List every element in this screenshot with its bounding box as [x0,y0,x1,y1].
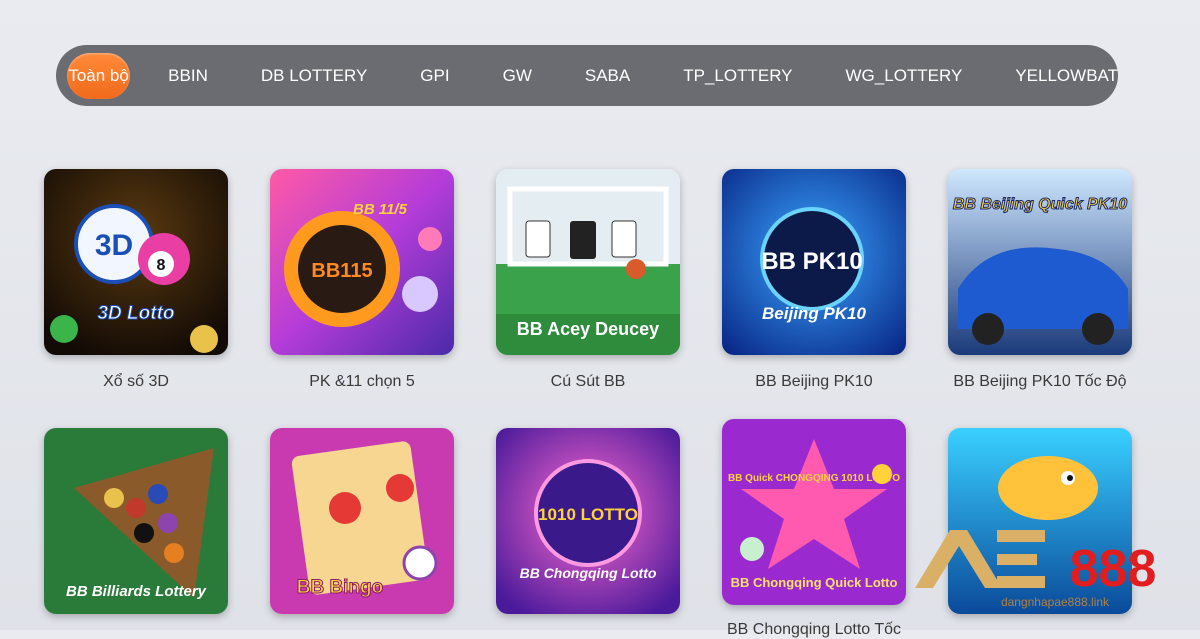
badge-text: BB Quick CHONGQING 1010 LOTTO [728,473,900,484]
art-title: 3D Lotto [97,303,174,324]
art-title: BB Bingo [297,577,384,598]
game-title: BB Beijing PK10 [755,373,873,390]
badge-text: BB115 [311,260,372,282]
billiards-artwork: BB Billiards Lottery [44,428,228,614]
badge-text: 1010 LOTTO [538,505,638,524]
bb115-artwork: BB115 BB 11/5 [270,169,454,355]
art-title: BB Acey Deucey [517,319,659,339]
game-title: PK &11 chọn 5 [309,373,415,390]
chongqing-quick-artwork: BB Quick CHONGQING 1010 LOTTO BB Chongqi… [722,419,906,605]
game-tile-chongqing-lotto[interactable]: 1010 LOTTO BB Chongqing Lotto [496,428,680,614]
game-tile-pk11[interactable]: BB115 BB 11/5 [270,169,454,355]
svg-text:8: 8 [157,257,166,274]
game-title: Xổ số 3D [103,373,169,390]
art-title: BB 11/5 [353,201,408,218]
acey-deucey-artwork: BB Acey Deucey [496,169,680,355]
game-tile-bingo[interactable]: BB Bingo [270,428,454,614]
game-tile-chongqing-quick[interactable]: BB Quick CHONGQING 1010 LOTTO BB Chongqi… [722,419,906,605]
game-tile-beijing-pk10[interactable]: BB PK10 Beijing PK10 [722,169,906,355]
game-tile-billiards[interactable]: BB Billiards Lottery [44,428,228,614]
bingo-artwork: BB Bingo [270,428,454,614]
art-title: BB Chongqing Lotto [520,565,657,581]
badge-text: BB PK10 [761,248,862,275]
chongqing-artwork: 1010 LOTTO BB Chongqing Lotto [496,428,680,614]
badge-text: 3D [95,229,133,262]
logo-number: 888 [1070,540,1157,598]
game-tile-3d-lotto[interactable]: 8 3D 3D Lotto [44,169,228,355]
art-title: BB Beijing Quick PK10 [953,196,1127,213]
game-title: BB Beijing PK10 Tốc Độ [953,373,1127,390]
game-tile-beijing-pk10-fast[interactable]: BB Beijing Quick PK10 [948,169,1132,355]
quick-pk10-artwork: BB Beijing Quick PK10 [948,169,1132,355]
pk10-artwork: BB PK10 Beijing PK10 [722,169,906,355]
logo-url: dangnhapae888.link [1001,595,1110,609]
game-title: Cú Sút BB [550,373,626,390]
art-title: BB Chongqing Quick Lotto [731,575,898,590]
ae888-watermark-logo: 888 dangnhapae888.link [915,530,1157,609]
art-title: Beijing PK10 [762,304,866,323]
game-title: BB Chongqing Lotto Tốc [726,621,902,638]
game-tile-cu-sut[interactable]: BB Acey Deucey [496,169,680,355]
art-title: BB Billiards Lottery [66,583,207,600]
3d-lotto-artwork: 8 3D 3D Lotto [44,169,228,355]
